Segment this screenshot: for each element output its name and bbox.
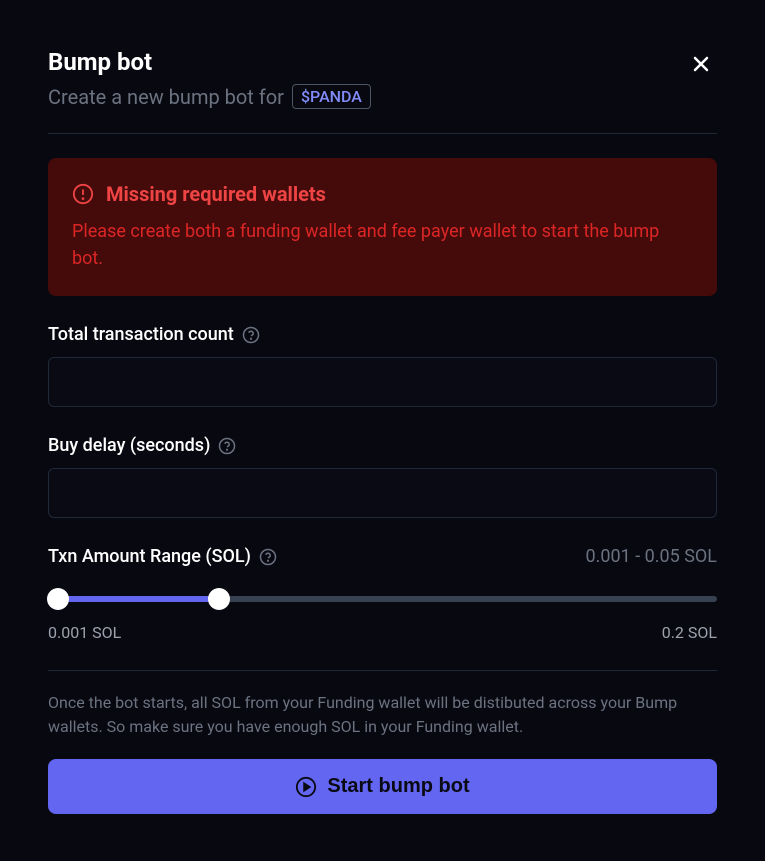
slider-min-label: 0.001 SOL	[48, 623, 121, 642]
txn-count-label-text: Total transaction count	[48, 324, 234, 345]
slider-handle-high[interactable]	[208, 588, 230, 610]
close-button[interactable]	[685, 48, 717, 80]
alert-icon	[72, 183, 94, 205]
buy-delay-label: Buy delay (seconds)	[48, 435, 717, 456]
range-slider[interactable]	[48, 587, 717, 611]
help-icon[interactable]	[242, 326, 260, 344]
slider-minmax: 0.001 SOL 0.2 SOL	[48, 623, 717, 642]
subtitle-prefix: Create a new bump bot for	[48, 85, 284, 109]
start-button-label: Start bump bot	[327, 775, 469, 798]
play-icon	[295, 776, 317, 798]
help-icon[interactable]	[259, 548, 277, 566]
range-value-display: 0.001 - 0.05 SOL	[586, 546, 717, 567]
help-icon[interactable]	[218, 437, 236, 455]
range-label-text: Txn Amount Range (SOL)	[48, 546, 251, 567]
range-label: Txn Amount Range (SOL)	[48, 546, 277, 567]
range-group: Txn Amount Range (SOL) 0.001 - 0.05 SOL …	[48, 546, 717, 642]
txn-count-input[interactable]	[48, 357, 717, 407]
alert-body: Please create both a funding wallet and …	[72, 218, 693, 272]
alert-title: Missing required wallets	[106, 182, 326, 206]
start-bump-bot-button[interactable]: Start bump bot	[48, 759, 717, 814]
txn-count-group: Total transaction count	[48, 324, 717, 407]
footer-divider	[48, 670, 717, 671]
slider-handle-low[interactable]	[47, 588, 69, 610]
token-badge: $PANDA	[292, 84, 371, 109]
buy-delay-input[interactable]	[48, 468, 717, 518]
buy-delay-label-text: Buy delay (seconds)	[48, 435, 210, 456]
bump-bot-modal: Bump bot Create a new bump bot for $PAND…	[16, 16, 749, 846]
range-header: Txn Amount Range (SOL) 0.001 - 0.05 SOL	[48, 546, 717, 567]
error-alert: Missing required wallets Please create b…	[48, 158, 717, 296]
header-text: Bump bot Create a new bump bot for $PAND…	[48, 48, 685, 109]
buy-delay-group: Buy delay (seconds)	[48, 435, 717, 518]
footer-note: Once the bot starts, all SOL from your F…	[48, 691, 717, 739]
alert-header: Missing required wallets	[72, 182, 693, 206]
modal-subtitle: Create a new bump bot for $PANDA	[48, 84, 685, 109]
slider-max-label: 0.2 SOL	[662, 623, 717, 642]
txn-count-label: Total transaction count	[48, 324, 717, 345]
modal-header: Bump bot Create a new bump bot for $PAND…	[48, 48, 717, 109]
header-divider	[48, 133, 717, 134]
close-icon	[689, 52, 713, 76]
modal-title: Bump bot	[48, 48, 685, 76]
slider-fill	[55, 596, 216, 602]
